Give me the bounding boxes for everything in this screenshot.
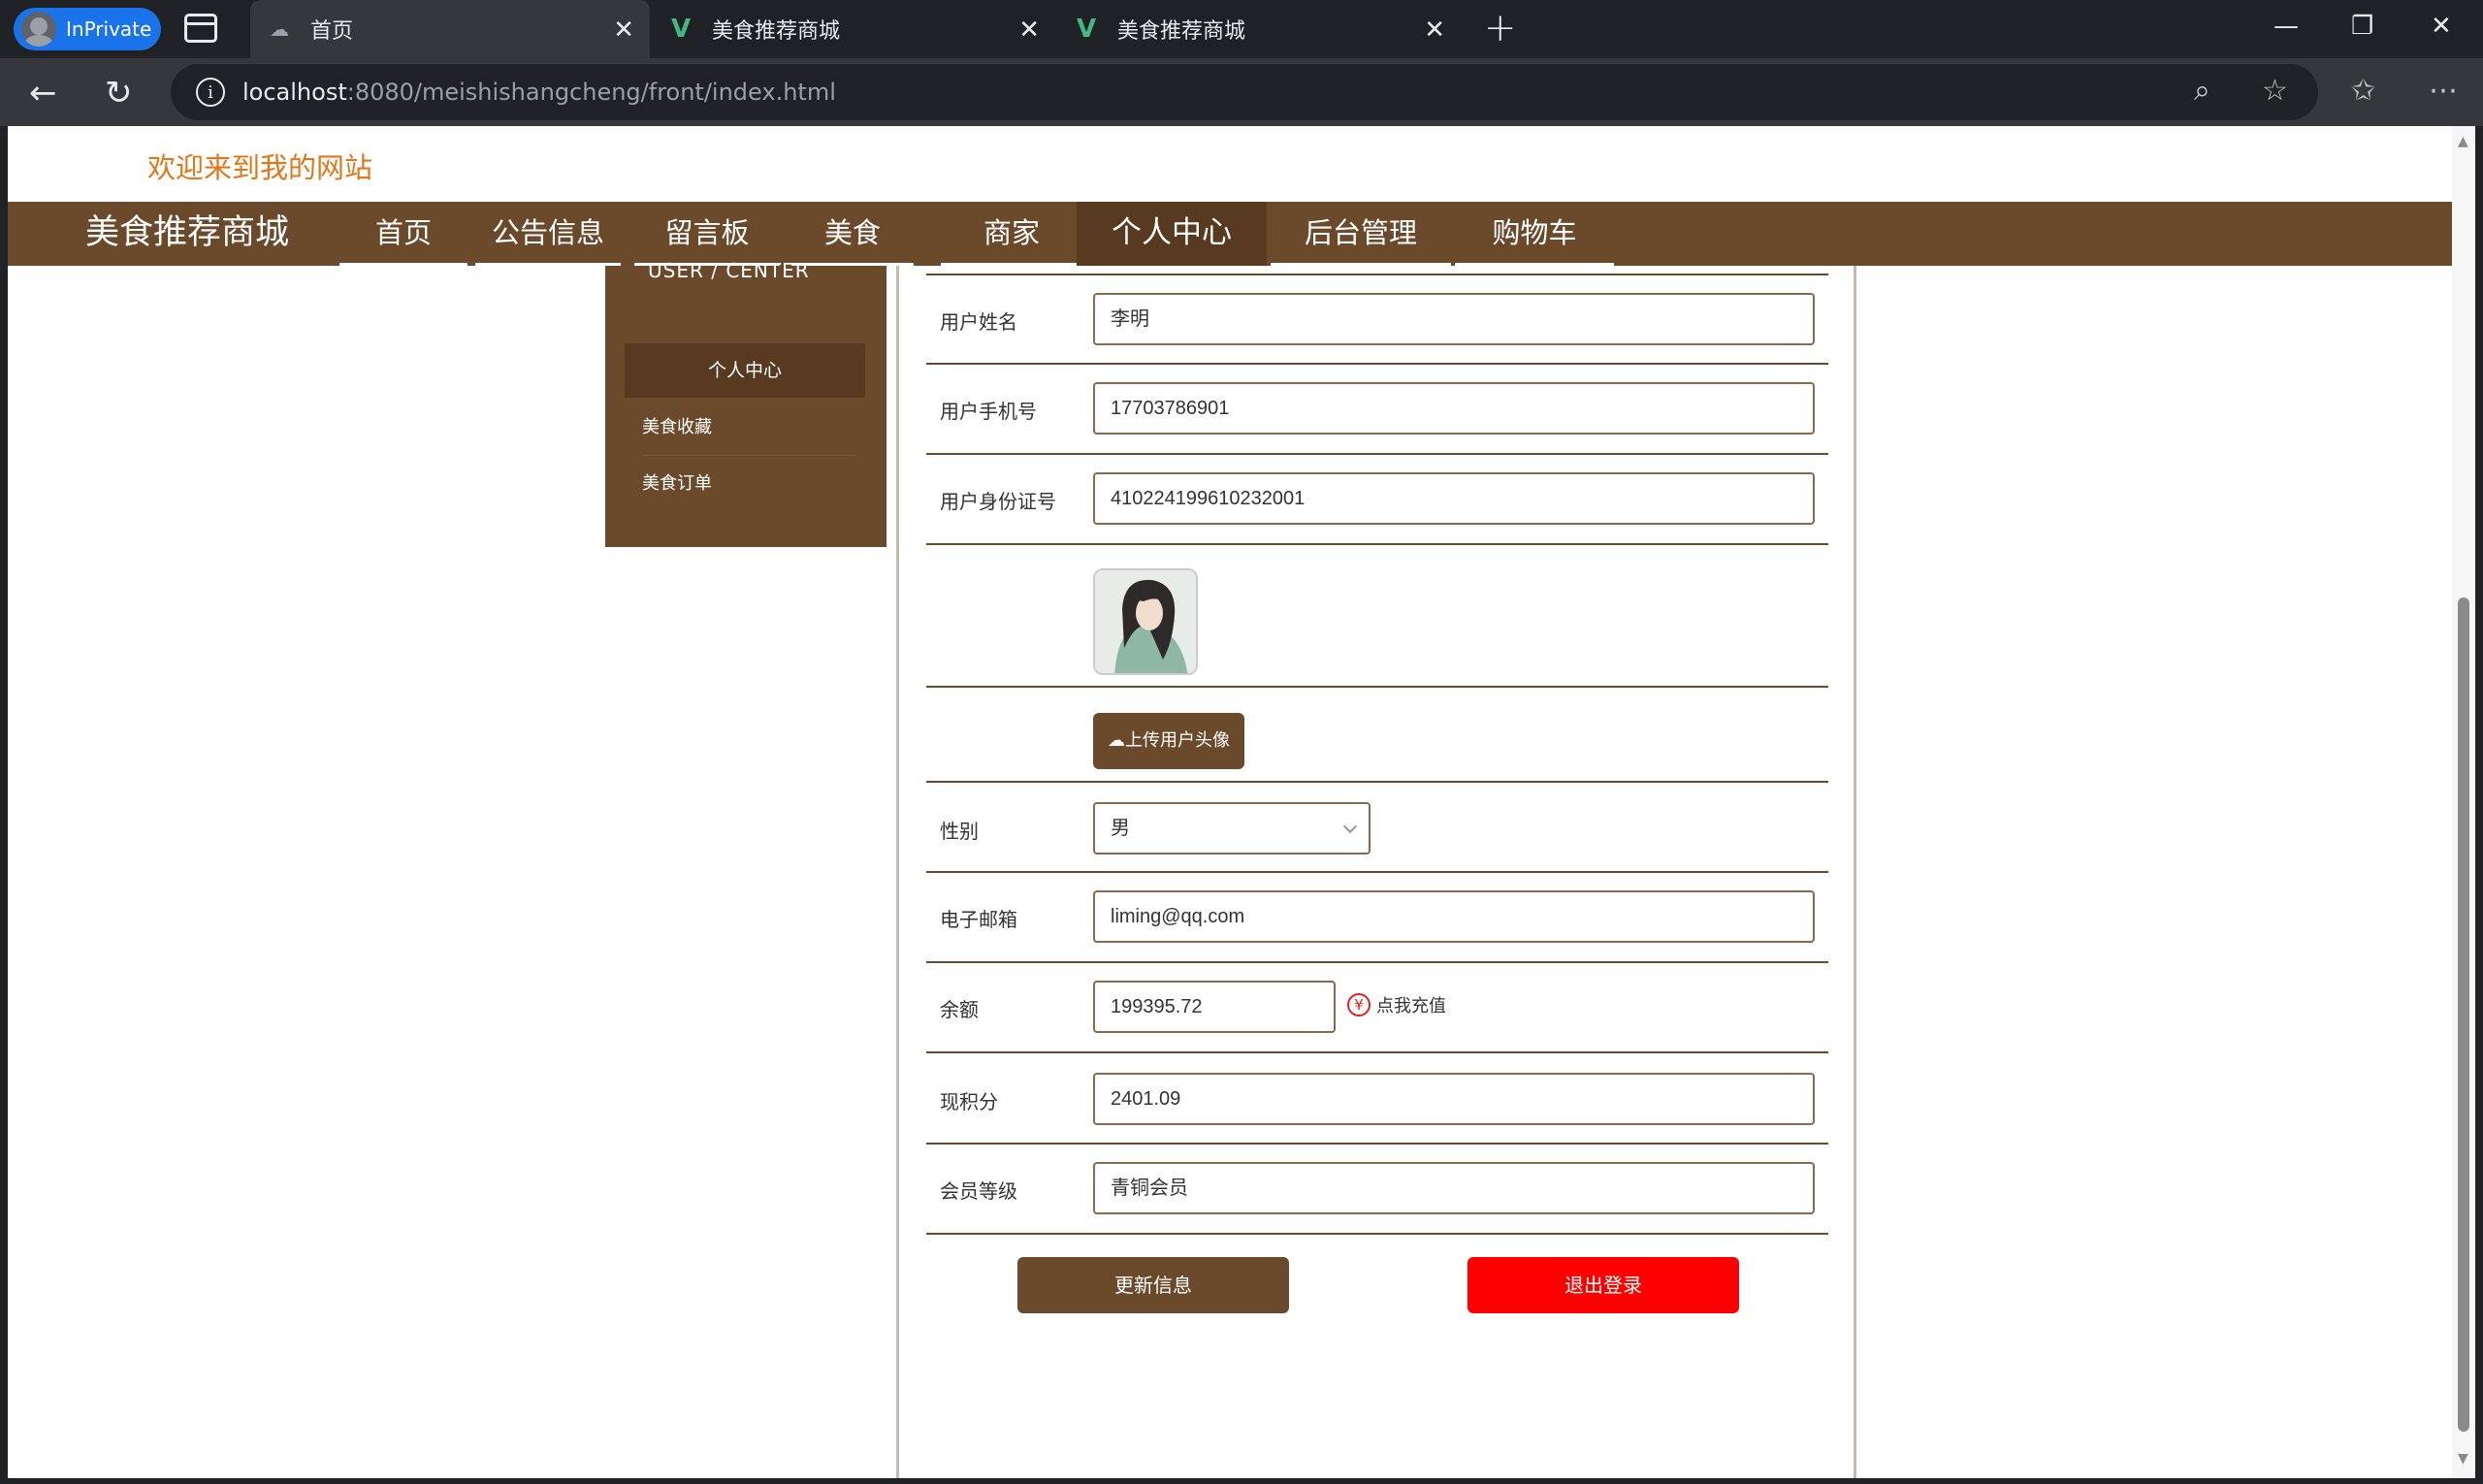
points-label: 现积分: [940, 1090, 998, 1113]
balance-label: 余额: [940, 998, 979, 1021]
nav-announcements[interactable]: 公告信息: [475, 202, 621, 266]
name-input[interactable]: 李明: [1093, 293, 1815, 345]
phone-input[interactable]: 17703786901: [1093, 382, 1815, 435]
profile-form: 用户姓名 李明 用户手机号 17703786901 用户身份证号 4102241…: [896, 266, 1856, 1478]
name-label: 用户姓名: [940, 310, 1017, 334]
form-row-phone: 用户手机号 17703786901: [926, 365, 1828, 455]
close-window-icon[interactable]: ✕: [2431, 12, 2452, 41]
form-top-divider: [926, 266, 1828, 275]
balance-input[interactable]: 199395.72: [1093, 981, 1336, 1033]
tab-food-mall-2[interactable]: V 美食推荐商城 ✕: [1057, 0, 1461, 58]
url-bar[interactable]: i localhost:8080/meishishangcheng/front/…: [171, 64, 2318, 120]
sidebar-item-food-favorites[interactable]: 美食收藏: [642, 400, 855, 456]
back-icon[interactable]: ←: [29, 74, 57, 113]
close-tab-icon[interactable]: ✕: [1018, 16, 1040, 45]
nav-message-board[interactable]: 留言板: [634, 202, 780, 266]
nav-admin[interactable]: 后台管理: [1271, 202, 1451, 266]
welcome-text: 欢迎来到我的网站: [147, 151, 373, 184]
nav-user-center[interactable]: 个人中心: [1077, 202, 1267, 266]
nav-merchants[interactable]: 商家: [941, 202, 1082, 266]
form-row-email: 电子邮箱 liming@qq.com: [926, 873, 1828, 963]
main-nav: 美食推荐商城 首页 公告信息 留言板 美食 商家 个人中心 后台管理 购物车: [8, 202, 2452, 266]
sidebar-title: USER / CENTER: [648, 259, 810, 282]
cloud-upload-icon: ☁: [1108, 730, 1125, 751]
more-menu-icon[interactable]: ⋯: [2429, 74, 2458, 108]
inprivate-label: InPrivate: [66, 17, 152, 41]
profile-avatar-icon: [21, 12, 56, 47]
recharge-link[interactable]: ¥ 点我充值: [1347, 992, 1446, 1017]
browser-tab-bar: InPrivate ☁ 首页 ✕ V 美食推荐商城 ✕ V 美食推荐商城 ✕ +…: [0, 0, 2483, 58]
phone-label: 用户手机号: [940, 400, 1037, 423]
page-scrollbar[interactable]: ▲ ▼: [2452, 126, 2475, 1478]
tab-food-mall-1[interactable]: V 美食推荐商城 ✕: [652, 0, 1055, 58]
tab-home[interactable]: ☁ 首页 ✕: [250, 0, 650, 58]
form-row-gender: 性别 男: [926, 783, 1828, 873]
close-tab-icon[interactable]: ✕: [613, 16, 634, 45]
nav-food[interactable]: 美食: [791, 202, 914, 266]
new-tab-icon[interactable]: +: [1484, 6, 1517, 50]
scrollbar-thumb[interactable]: [2458, 597, 2469, 1432]
favorites-list-icon[interactable]: ✩: [2351, 74, 2375, 108]
page-viewport: 欢迎来到我的网站 美食推荐商城 首页 公告信息 留言板 美食 商家 个人中心 后…: [8, 126, 2452, 1478]
favorite-star-icon[interactable]: ☆: [2262, 74, 2288, 108]
restore-icon[interactable]: ❐: [2351, 12, 2373, 41]
level-label: 会员等级: [940, 1179, 1017, 1203]
sidebar-item-food-orders[interactable]: 美食订单: [642, 456, 855, 512]
form-row-avatar: [926, 545, 1828, 688]
logout-button[interactable]: 退出登录: [1467, 1257, 1739, 1313]
tab-title: 美食推荐商城: [1117, 19, 1246, 44]
idcard-input[interactable]: 410224199610232001: [1093, 472, 1815, 525]
vue-favicon-icon: V: [670, 15, 692, 44]
nav-home[interactable]: 首页: [339, 202, 468, 266]
form-row-idcard: 用户身份证号 410224199610232001: [926, 455, 1828, 545]
sidebar-item-user-center[interactable]: 个人中心: [625, 343, 865, 398]
workspaces-icon[interactable]: [184, 14, 217, 43]
scroll-up-icon[interactable]: ▲: [2458, 134, 2468, 149]
idcard-label: 用户身份证号: [940, 490, 1056, 513]
refresh-icon[interactable]: ↻: [105, 74, 133, 113]
user-avatar-image: [1093, 568, 1198, 675]
user-center-sidebar: USER / CENTER 个人中心 美食收藏 美食订单: [605, 259, 887, 547]
site-info-icon[interactable]: i: [196, 78, 225, 107]
minimize-icon[interactable]: —: [2273, 12, 2299, 41]
zoom-icon[interactable]: ⌕: [2194, 74, 2210, 108]
form-row-name: 用户姓名 李明: [926, 275, 1828, 365]
form-row-upload: ☁上传用户头像: [926, 688, 1828, 783]
close-tab-icon[interactable]: ✕: [1424, 16, 1445, 45]
email-label: 电子邮箱: [940, 908, 1017, 931]
nav-cart[interactable]: 购物车: [1455, 202, 1614, 266]
tab-title: 首页: [310, 19, 354, 44]
form-row-level: 会员等级 青铜会员: [926, 1145, 1828, 1235]
vue-favicon-icon: V: [1076, 15, 1097, 44]
update-info-button[interactable]: 更新信息: [1017, 1257, 1289, 1313]
tab-title: 美食推荐商城: [712, 19, 841, 44]
gender-label: 性别: [940, 820, 979, 843]
site-brand[interactable]: 美食推荐商城: [85, 202, 289, 266]
page-favicon-icon: ☁: [270, 17, 289, 41]
scroll-down-icon[interactable]: ▼: [2458, 1451, 2468, 1467]
chevron-down-icon: [1342, 819, 1358, 834]
url-text: localhost:8080/meishishangcheng/front/in…: [242, 79, 836, 106]
upload-avatar-button[interactable]: ☁上传用户头像: [1093, 713, 1244, 769]
form-row-balance: 余额 199395.72 ¥ 点我充值: [926, 963, 1828, 1053]
points-input[interactable]: 2401.09: [1093, 1073, 1815, 1125]
form-row-points: 现积分 2401.09: [926, 1053, 1828, 1145]
email-input[interactable]: liming@qq.com: [1093, 890, 1815, 943]
gender-select[interactable]: 男: [1093, 802, 1370, 855]
inprivate-badge[interactable]: InPrivate: [14, 8, 161, 50]
level-input[interactable]: 青铜会员: [1093, 1162, 1815, 1214]
yen-icon: ¥: [1347, 993, 1370, 1016]
